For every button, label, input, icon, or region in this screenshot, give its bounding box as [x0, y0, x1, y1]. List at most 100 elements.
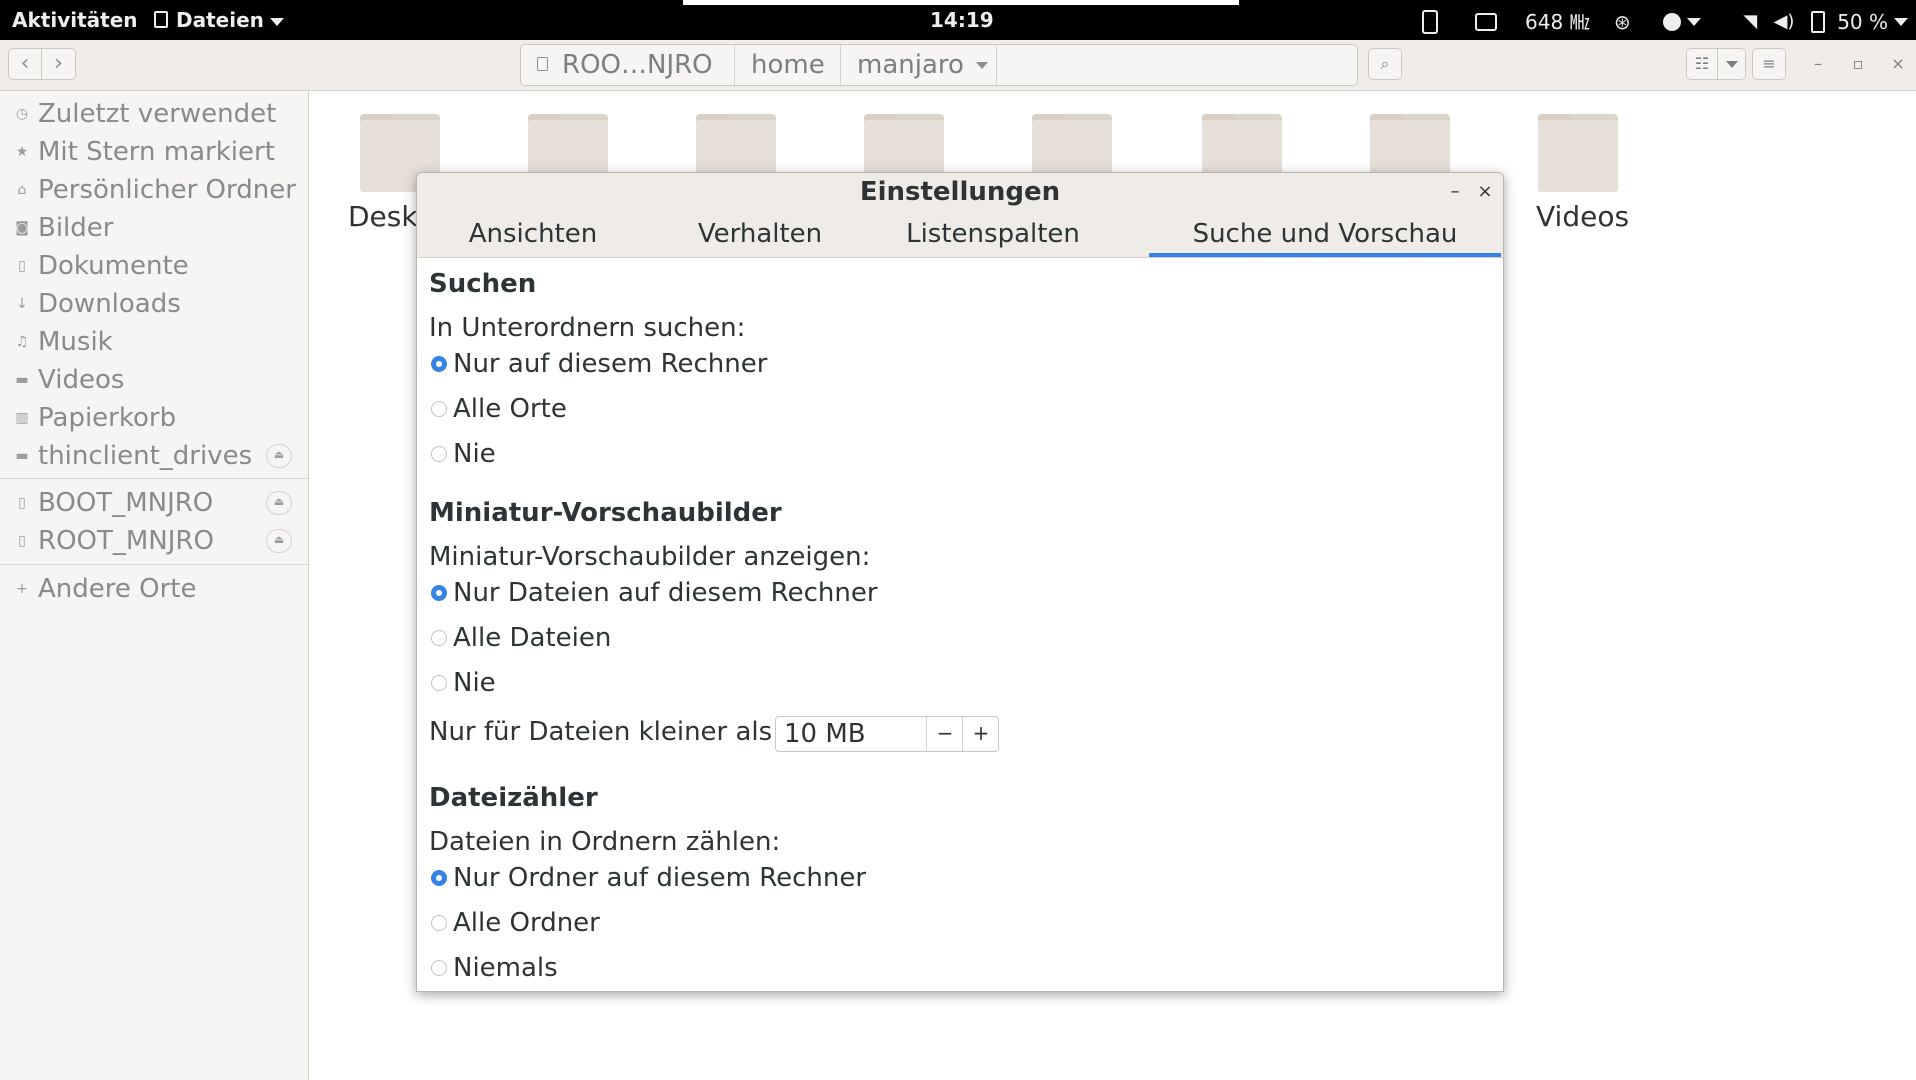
chevron-down-icon: [1894, 17, 1908, 26]
accessibility-icon[interactable]: [1663, 12, 1682, 31]
thumbnail-size-value[interactable]: 10 MB: [784, 717, 866, 751]
system-status-area[interactable]: 648 ㎒ ⊛ ◥ ◀) 50 %: [1408, 0, 1908, 40]
search-icon: ⌕: [1380, 54, 1390, 73]
document-icon: ▯: [18, 258, 26, 274]
close-icon: ×: [1891, 54, 1905, 73]
back-button[interactable]: ‹: [8, 48, 42, 80]
eject-button[interactable]: ⏏: [266, 491, 292, 515]
chevron-down-icon: [1725, 61, 1738, 68]
activities-button[interactable]: Aktivitäten: [12, 0, 138, 40]
sidebar-item-trash[interactable]: ▥ Papierkorb: [0, 399, 308, 437]
monitor-icon[interactable]: [1474, 12, 1497, 31]
clock[interactable]: 14:19: [930, 0, 994, 40]
eject-icon: ⏏: [273, 533, 285, 546]
sidebar-item-videos[interactable]: ▬ Videos: [0, 361, 308, 399]
sidebar-item-starred[interactable]: ★ Mit Stern markiert: [0, 133, 308, 171]
tab-suche-und-vorschau[interactable]: Suche und Vorschau: [1149, 213, 1501, 257]
radio-label: Niemals: [453, 953, 558, 983]
sidebar-item-label: Persönlicher Ordner: [38, 175, 296, 205]
tab-listenspalten[interactable]: Listenspalten: [871, 213, 1115, 257]
sidebar-item-pictures[interactable]: ◙ Bilder: [0, 209, 308, 247]
radio-label: Nur auf diesem Rechner: [453, 349, 768, 379]
sidebar-item-other-locations[interactable]: + Andere Orte: [0, 570, 308, 608]
path-crumb-manjaro[interactable]: manjaro: [841, 45, 997, 85]
sidebar-item-documents[interactable]: ▯ Dokumente: [0, 247, 308, 285]
folder-icon[interactable]: [1538, 110, 1618, 192]
radio-indicator: [431, 870, 447, 886]
chevron-down-icon: [269, 17, 284, 26]
radio-indicator: [431, 675, 447, 691]
folder-label[interactable]: Videos: [1536, 200, 1629, 233]
files-app-icon: [154, 11, 168, 28]
sidebar-item-music[interactable]: ♫ Musik: [0, 323, 308, 361]
cpu-frequency[interactable]: 648 ㎒: [1525, 2, 1590, 42]
eject-button[interactable]: ⏏: [266, 444, 292, 468]
minimize-icon: –: [1814, 54, 1822, 73]
thumbnail-size-label: Nur für Dateien kleiner als:: [429, 717, 781, 747]
forward-button[interactable]: ›: [42, 48, 76, 80]
path-crumb-root[interactable]: ROO…NJRO: [521, 45, 735, 85]
sidebar-item-boot-mnjro[interactable]: ▯ BOOT_MNJRO ⏏: [0, 484, 308, 522]
minimize-button[interactable]: –: [1802, 48, 1834, 80]
section-heading-file-counter: Dateizähler: [429, 783, 598, 813]
top-panel: Aktivitäten Dateien 14:19 648 ㎒ ⊛ ◥ ◀) 5…: [0, 0, 1916, 40]
video-icon: ▬: [15, 372, 29, 388]
sidebar-item-label: Dokumente: [38, 251, 189, 281]
radio-label: Alle Ordner: [453, 908, 600, 938]
sidebar-item-label: BOOT_MNJRO: [38, 488, 214, 518]
path-crumb-home[interactable]: home: [735, 45, 841, 85]
sidebar-divider: [0, 564, 308, 565]
chevron-right-icon: ›: [54, 51, 63, 76]
search-button[interactable]: ⌕: [1368, 48, 1402, 80]
path-crumb-label: ROO…NJRO: [562, 50, 713, 80]
sidebar-item-root-mnjro[interactable]: ▯ ROOT_MNJRO ⏏: [0, 522, 308, 560]
dialog-minimize-button[interactable]: –: [1443, 177, 1467, 207]
sidebar-item-thinclient-drives[interactable]: ▬ thinclient_drives ⏏: [0, 437, 308, 475]
radio-label: Alle Dateien: [453, 623, 612, 653]
radio-indicator: [431, 401, 447, 417]
volume-icon: ◀): [1773, 10, 1795, 32]
chevron-down-icon: [1687, 17, 1702, 26]
hamburger-menu-button[interactable]: ≡: [1752, 48, 1786, 80]
minimize-icon: –: [1450, 181, 1460, 202]
sidebar-item-label: Mit Stern markiert: [38, 137, 275, 167]
maximize-button[interactable]: ▫: [1842, 48, 1874, 80]
star-icon: ★: [15, 144, 29, 160]
radio-indicator: [431, 356, 447, 372]
drive-icon: [537, 57, 548, 71]
gamepad-icon[interactable]: ⊛: [1614, 2, 1631, 42]
battery-percentage: 50 %: [1837, 9, 1888, 34]
drive-icon: ▯: [18, 495, 26, 511]
close-icon: ×: [1477, 181, 1493, 202]
radio-indicator: [431, 915, 447, 931]
sidebar-item-home[interactable]: ⌂ Persönlicher Ordner: [0, 171, 308, 209]
sidebar-divider: [0, 478, 308, 479]
view-options-button[interactable]: [1718, 48, 1746, 80]
path-bar: ROO…NJRO home manjaro: [520, 44, 1358, 86]
chevron-down-icon: [975, 62, 988, 69]
radio-label: Nie: [453, 439, 496, 469]
tablet-icon[interactable]: [1422, 9, 1439, 34]
download-icon: ↓: [16, 296, 28, 312]
close-button[interactable]: ×: [1882, 48, 1914, 80]
minus-icon: −: [936, 721, 954, 745]
dialog-close-button[interactable]: ×: [1473, 177, 1497, 207]
plus-icon: +: [16, 581, 28, 597]
clock-icon: ◷: [15, 106, 29, 122]
decrement-button[interactable]: −: [926, 717, 963, 751]
app-menu-button[interactable]: Dateien: [154, 0, 284, 40]
section-heading-search: Suchen: [429, 269, 537, 299]
sidebar-item-downloads[interactable]: ↓ Downloads: [0, 285, 308, 323]
thumbnail-size-spinbutton[interactable]: 10 MB − +: [775, 716, 999, 752]
header-bar: ‹ › ROO…NJRO home manjaro ⌕ ☷ ≡ – ▫ ×: [0, 40, 1916, 91]
eject-button[interactable]: ⏏: [266, 529, 292, 553]
increment-button[interactable]: +: [962, 717, 999, 751]
eject-icon: ⏏: [273, 495, 285, 508]
radio-label: Alle Orte: [453, 394, 567, 424]
tab-verhalten[interactable]: Verhalten: [649, 213, 871, 257]
sidebar-item-recent[interactable]: ◷ Zuletzt verwendet: [0, 95, 308, 133]
tab-ansichten[interactable]: Ansichten: [417, 213, 649, 257]
view-toggle-button[interactable]: ☷: [1686, 48, 1718, 80]
path-crumb-label: manjaro: [857, 50, 964, 80]
camera-icon: ◙: [15, 220, 29, 236]
